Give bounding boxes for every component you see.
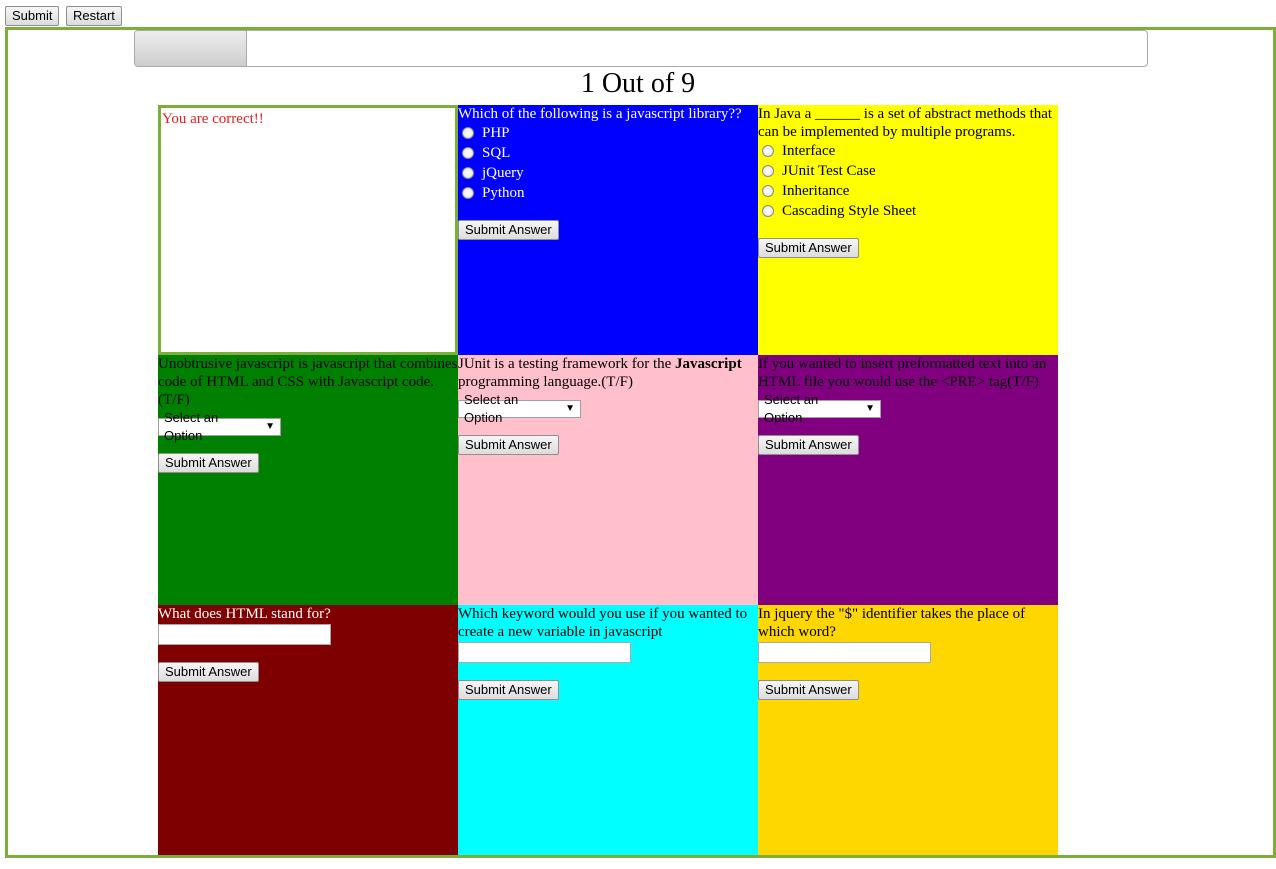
question-card-6: What does HTML stand for? Submit Answer bbox=[158, 605, 458, 855]
dropdown-arrow-icon: ▼ bbox=[565, 403, 575, 414]
question-card-4: JUnit is a testing framework for the Jav… bbox=[458, 355, 758, 605]
select-value: Select an Option bbox=[464, 392, 519, 425]
option-label: PHP bbox=[482, 125, 510, 141]
option-label: Interface bbox=[782, 143, 836, 159]
submit-answer-button[interactable]: Submit Answer bbox=[158, 453, 259, 473]
submit-answer-button[interactable]: Submit Answer bbox=[758, 238, 859, 258]
radio-button[interactable] bbox=[762, 205, 774, 217]
submit-answer-button[interactable]: Submit Answer bbox=[458, 220, 559, 240]
option-inheritance[interactable]: Inheritance bbox=[758, 181, 1058, 201]
progress-bar bbox=[134, 30, 1148, 67]
question-card-5: If you wanted to insert preformatted tex… bbox=[758, 355, 1058, 605]
question-counter: 1 Out of 9 bbox=[580, 68, 696, 99]
submit-answer-button[interactable]: Submit Answer bbox=[758, 435, 859, 455]
option-label: Cascading Style Sheet bbox=[782, 203, 917, 219]
feedback-message: You are correct!! bbox=[162, 111, 264, 127]
dropdown-arrow-icon: ▼ bbox=[265, 421, 275, 432]
option-php[interactable]: PHP bbox=[458, 123, 758, 143]
option-label: SQL bbox=[482, 145, 511, 161]
submit-answer-button[interactable]: Submit Answer bbox=[158, 662, 259, 682]
question-text: What does HTML stand for? bbox=[158, 606, 331, 622]
question-card-2: In Java a ______ is a set of abstract me… bbox=[758, 105, 1058, 355]
question-card-1: Which of the following is a javascript l… bbox=[458, 105, 758, 355]
option-label: Inheritance bbox=[782, 183, 850, 199]
answer-input[interactable] bbox=[158, 624, 331, 645]
radio-button[interactable] bbox=[762, 185, 774, 197]
restart-button[interactable]: Restart bbox=[66, 6, 122, 26]
option-label: Python bbox=[482, 185, 525, 201]
true-false-select[interactable]: Select an Option ▼ bbox=[758, 392, 881, 425]
submit-answer-button[interactable]: Submit Answer bbox=[458, 680, 559, 700]
select-value: Select an Option bbox=[164, 410, 219, 443]
submit-answer-button[interactable]: Submit Answer bbox=[458, 435, 559, 455]
option-sql[interactable]: SQL bbox=[458, 143, 758, 163]
answer-input[interactable] bbox=[758, 642, 931, 663]
option-css[interactable]: Cascading Style Sheet bbox=[758, 201, 1058, 221]
question-card-8: In jquery the "$" identifier takes the p… bbox=[758, 605, 1058, 855]
question-text: Which of the following is a javascript l… bbox=[458, 106, 742, 122]
select-value: Select an Option bbox=[764, 392, 819, 425]
question-card-7: Which keyword would you use if you wante… bbox=[458, 605, 758, 855]
radio-button[interactable] bbox=[762, 145, 774, 157]
submit-answer-button[interactable]: Submit Answer bbox=[758, 680, 859, 700]
true-false-select[interactable]: Select an Option ▼ bbox=[458, 392, 581, 425]
question-text: In Java a ______ is a set of abstract me… bbox=[758, 106, 1053, 140]
radio-button[interactable] bbox=[762, 165, 774, 177]
option-label: jQuery bbox=[482, 165, 524, 181]
radio-button[interactable] bbox=[462, 167, 474, 179]
radio-button[interactable] bbox=[462, 187, 474, 199]
question-text: Which keyword would you use if you wante… bbox=[458, 606, 748, 640]
option-python[interactable]: Python bbox=[458, 183, 758, 203]
progress-bar-fill bbox=[135, 31, 248, 66]
option-junit-test-case[interactable]: JUnit Test Case bbox=[758, 161, 1058, 181]
question-card-3: Unobtrusive javascript is javascript tha… bbox=[158, 355, 458, 605]
radio-button[interactable] bbox=[462, 127, 474, 139]
dropdown-arrow-icon: ▼ bbox=[865, 403, 875, 414]
radio-button[interactable] bbox=[462, 147, 474, 159]
option-jquery[interactable]: jQuery bbox=[458, 163, 758, 183]
question-text: If you wanted to insert preformatted tex… bbox=[758, 356, 1047, 390]
question-text: JUnit is a testing framework for the Jav… bbox=[458, 356, 742, 390]
question-text: Unobtrusive javascript is javascript tha… bbox=[158, 356, 458, 408]
feedback-panel: You are correct!! bbox=[158, 105, 458, 355]
true-false-select[interactable]: Select an Option ▼ bbox=[158, 410, 281, 443]
submit-button[interactable]: Submit bbox=[5, 6, 60, 26]
option-interface[interactable]: Interface bbox=[758, 141, 1058, 161]
answer-input[interactable] bbox=[458, 642, 631, 663]
question-text: In jquery the "$" identifier takes the p… bbox=[758, 606, 1026, 640]
option-label: JUnit Test Case bbox=[782, 163, 876, 179]
